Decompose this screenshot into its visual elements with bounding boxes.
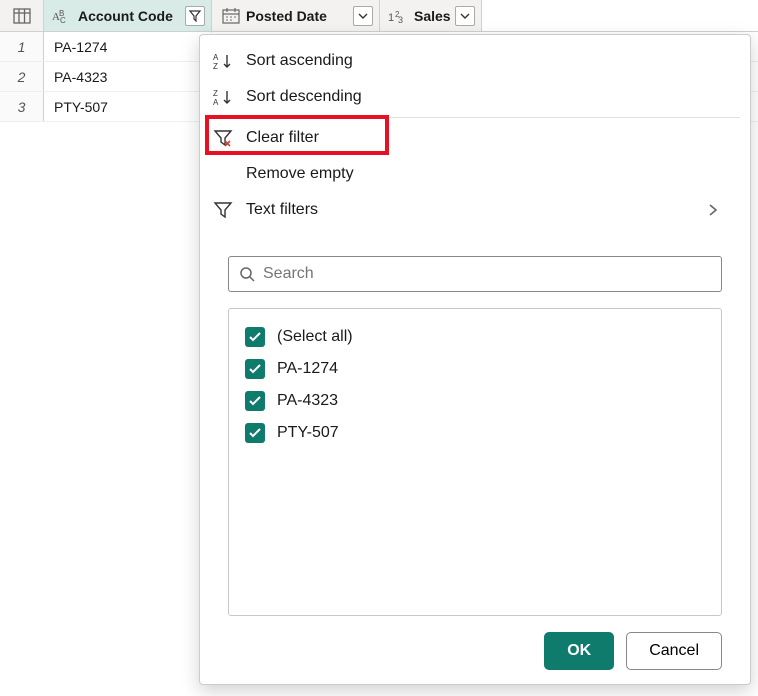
search-box[interactable]	[228, 256, 722, 292]
svg-text:Z: Z	[213, 89, 218, 98]
chevron-down-icon	[358, 13, 368, 19]
svg-text:3: 3	[398, 15, 403, 23]
sort-descending[interactable]: ZA Sort descending	[200, 79, 750, 115]
checkbox-checked-icon[interactable]	[245, 391, 265, 411]
svg-text:Z: Z	[213, 62, 218, 70]
svg-text:1: 1	[388, 12, 394, 23]
clear-filter-icon	[210, 129, 236, 147]
filter-dropdown-sales[interactable]	[455, 6, 475, 26]
remove-empty[interactable]: Remove empty	[200, 156, 750, 192]
clear-filter[interactable]: Clear filter	[200, 120, 750, 156]
menu-label: Remove empty	[246, 165, 354, 183]
filter-value-row[interactable]: PA-4323	[243, 385, 707, 417]
column-header-account[interactable]: ABC Account Code	[44, 0, 212, 31]
cell-account: PA-1274	[44, 32, 212, 61]
text-filters[interactable]: Text filters	[200, 192, 750, 228]
text-type-icon: ABC	[52, 7, 74, 25]
cell-account: PA-4323	[44, 62, 212, 91]
checkbox-checked-icon[interactable]	[245, 423, 265, 443]
checkbox-checked-icon[interactable]	[245, 359, 265, 379]
column-label: Sales	[414, 8, 451, 24]
filter-dropdown-posted[interactable]	[353, 6, 373, 26]
svg-text:C: C	[60, 16, 66, 23]
filter-icon	[210, 201, 236, 219]
cancel-button[interactable]: Cancel	[626, 632, 722, 670]
search-icon	[239, 266, 255, 282]
filter-menu: AZ Sort ascending ZA Sort descending Cle…	[199, 34, 751, 685]
cell-account: PTY-507	[44, 92, 212, 121]
column-headers: ABC Account Code Posted Date 123 Sales	[0, 0, 758, 32]
filter-values-list: (Select all) PA-1274 PA-4323 PTY-507	[228, 308, 722, 616]
filter-dropdown-account[interactable]	[185, 6, 205, 26]
chevron-right-icon	[708, 203, 732, 217]
filter-active-icon	[189, 10, 201, 22]
row-number: 1	[0, 32, 44, 61]
filter-value-row[interactable]: PA-1274	[243, 353, 707, 385]
value-label: PA-1274	[277, 360, 338, 378]
select-all-corner[interactable]	[0, 0, 44, 31]
svg-text:A: A	[213, 98, 219, 106]
sort-asc-icon: AZ	[210, 52, 236, 70]
column-label: Posted Date	[246, 8, 349, 24]
svg-text:A: A	[213, 53, 219, 62]
number-type-icon: 123	[388, 7, 410, 25]
column-header-sales[interactable]: 123 Sales	[380, 0, 482, 31]
column-label: Account Code	[78, 8, 181, 24]
value-label: (Select all)	[277, 328, 353, 346]
sort-ascending[interactable]: AZ Sort ascending	[200, 43, 750, 79]
checkbox-checked-icon[interactable]	[245, 327, 265, 347]
menu-label: Sort descending	[246, 88, 362, 106]
filter-value-row[interactable]: PTY-507	[243, 417, 707, 449]
column-header-posted[interactable]: Posted Date	[212, 0, 380, 31]
select-all-row[interactable]: (Select all)	[243, 321, 707, 353]
value-label: PTY-507	[277, 424, 339, 442]
row-number: 3	[0, 92, 44, 121]
date-type-icon	[220, 7, 242, 25]
row-number: 2	[0, 62, 44, 91]
chevron-down-icon	[460, 13, 470, 19]
search-input[interactable]	[263, 265, 711, 283]
separator	[210, 117, 740, 118]
menu-label: Text filters	[246, 201, 318, 219]
sort-desc-icon: ZA	[210, 88, 236, 106]
menu-label: Clear filter	[246, 129, 319, 147]
table-icon	[13, 8, 31, 24]
ok-button[interactable]: OK	[544, 632, 614, 670]
value-label: PA-4323	[277, 392, 338, 410]
menu-label: Sort ascending	[246, 52, 353, 70]
